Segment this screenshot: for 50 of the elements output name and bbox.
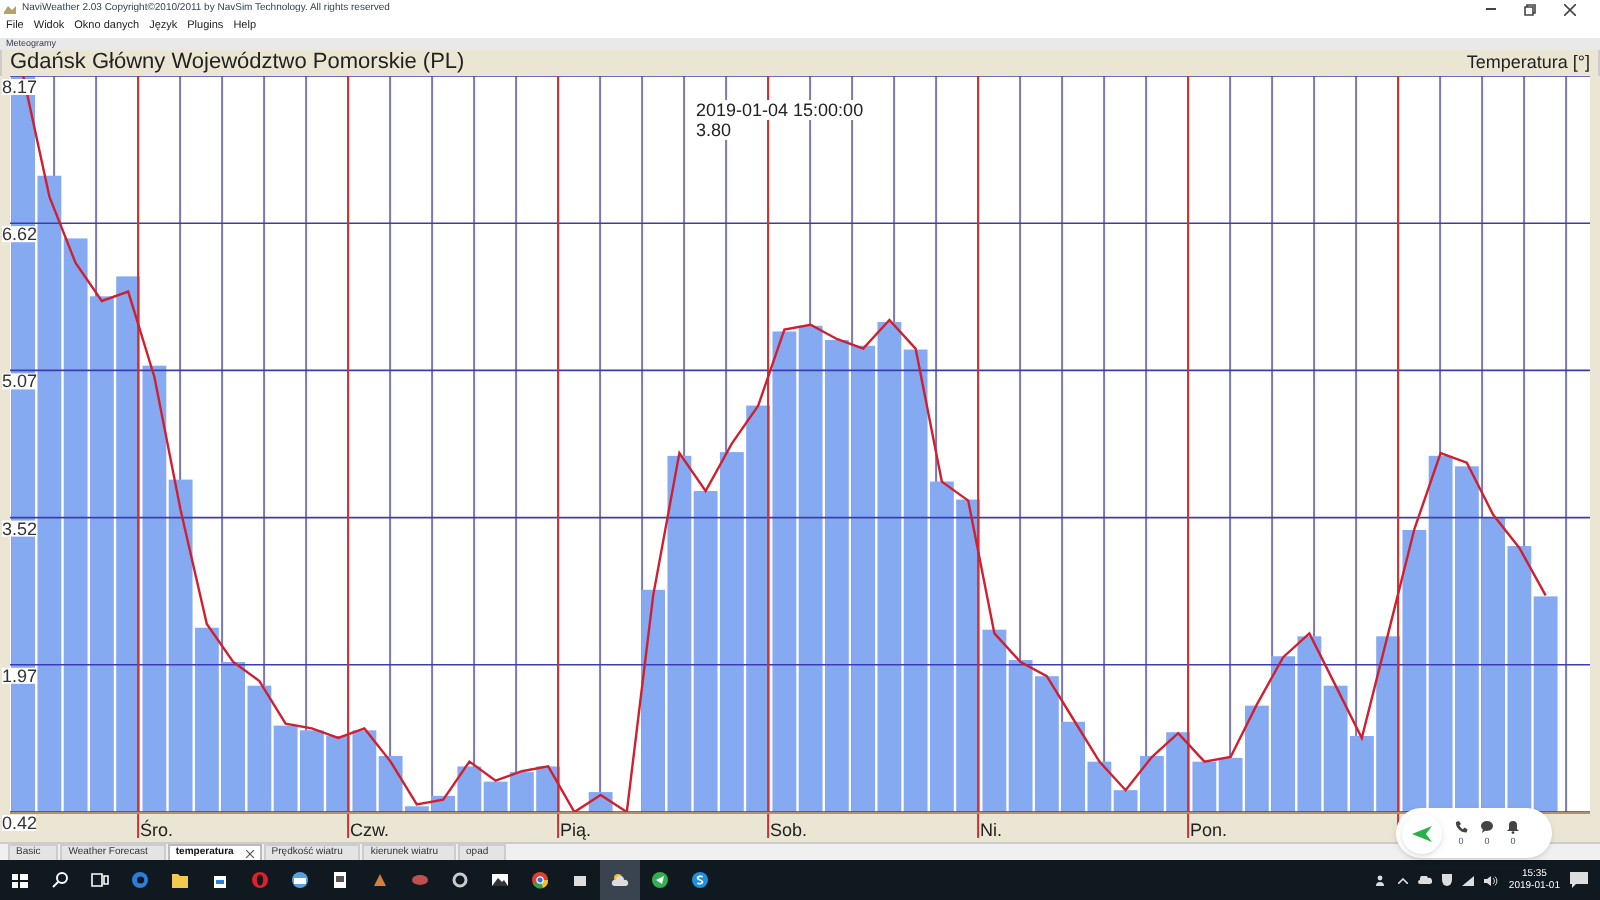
day-label: Pią. (560, 820, 592, 841)
bar (326, 736, 351, 813)
y-tick-label: 3.52 (2, 519, 38, 540)
app-icon[interactable] (570, 870, 590, 890)
y-tick-label: 6.62 (2, 224, 38, 245)
day-label: Czw. (350, 820, 390, 841)
app-icon[interactable] (290, 870, 310, 890)
chat-icon[interactable] (1480, 819, 1494, 834)
day-label: Ni. (980, 820, 1003, 841)
arrow-icon (1412, 825, 1432, 841)
image-icon[interactable] (490, 870, 510, 890)
store-icon[interactable] (210, 870, 230, 890)
cloud-icon[interactable] (1418, 876, 1433, 884)
notifications-icon[interactable] (1570, 872, 1588, 888)
phone-icon[interactable] (1454, 819, 1468, 834)
search-icon[interactable] (50, 870, 70, 890)
weather-icon[interactable] (610, 870, 630, 890)
browser-icon[interactable] (130, 870, 150, 890)
app-icon (4, 4, 16, 15)
restore-icon[interactable] (1524, 3, 1536, 16)
tooltip-value: 3.80 (696, 120, 732, 141)
shield-icon[interactable] (1442, 874, 1453, 886)
send-button[interactable] (1402, 813, 1442, 853)
tooltip-timestamp: 2019-01-04 15:00:00 (696, 100, 864, 121)
task-view-icon[interactable] (90, 870, 110, 890)
variable-label: Temperatura [°] (1466, 54, 1590, 77)
location-label: Gdańsk Główny Województwo Pomorskie (PL) (10, 52, 465, 77)
chrome-icon[interactable] (530, 870, 550, 890)
day-label: Śro. (140, 820, 174, 841)
close-icon[interactable] (1564, 3, 1576, 16)
send-icon[interactable] (650, 870, 670, 890)
y-tick-label: 5.07 (2, 372, 38, 393)
people-icon[interactable] (1376, 874, 1389, 886)
day-label: Pon. (1190, 820, 1228, 841)
speaker-icon[interactable] (1484, 875, 1499, 885)
y-tick-label: 1.97 (2, 666, 38, 687)
minimize-icon[interactable] (1486, 8, 1496, 11)
opera-icon[interactable] (250, 870, 270, 890)
network-icon[interactable] (1462, 875, 1475, 885)
windows-icon[interactable] (10, 870, 30, 890)
day-label: Sob. (770, 820, 808, 841)
y-tick-label: 0.42 (2, 813, 38, 834)
document-icon[interactable] (330, 870, 350, 890)
skype-icon[interactable] (690, 870, 710, 890)
close-icon[interactable] (245, 849, 254, 858)
y-tick-label: 8.17 (2, 77, 38, 98)
chevron-up-icon[interactable] (1398, 877, 1409, 883)
folder-icon[interactable] (170, 870, 190, 890)
bell-icon[interactable] (1506, 819, 1520, 834)
gear-icon[interactable] (450, 870, 470, 890)
